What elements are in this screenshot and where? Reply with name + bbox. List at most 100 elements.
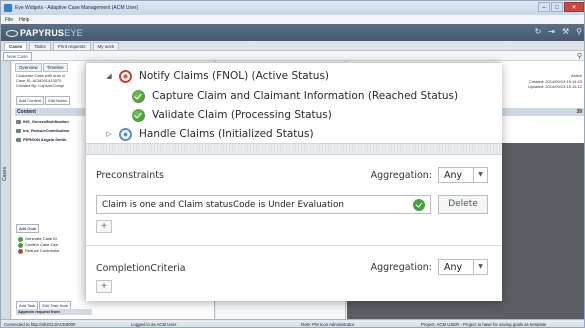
- completion-criteria-title: CompletionCriteria: [96, 263, 186, 274]
- new-case-button[interactable]: New Case: [3, 52, 32, 61]
- case-status-meta: Active Created: 2014/09/13 15:14:43 Upda…: [528, 73, 582, 90]
- completion-aggregation: Aggregation: Any ▼: [371, 259, 488, 275]
- refresh-icon[interactable]: ↻: [535, 27, 542, 37]
- tree-node-validate-claim[interactable]: Validate Claim (Processing Status): [132, 105, 332, 125]
- constraints-panel: Preconstraints Aggregation: Any ▼ Claim …: [86, 155, 502, 301]
- tree-node-capture-claim[interactable]: Capture Claim and Claimant Information (…: [132, 86, 458, 106]
- item-count: 39: [576, 109, 582, 115]
- logo-main: PAPYRUS: [20, 27, 65, 38]
- list-item[interactable]: Ins_ReduceContribution: [16, 126, 69, 135]
- nav-tabs: Cases Tasks Print requests My work: [1, 41, 584, 51]
- document-icon: [16, 119, 21, 124]
- aggregation-label: Aggregation:: [370, 169, 432, 181]
- status-role: Role: PM Icon Administrator: [301, 322, 355, 327]
- tree-node-label: Validate Claim (Processing Status): [152, 109, 332, 121]
- search-icon[interactable]: ⚲: [577, 52, 582, 60]
- goal-status-icon: [18, 242, 23, 248]
- tree-node-label: Capture Claim and Claimant Information (…: [152, 90, 459, 102]
- content-item-label: PERSON Angela Smith: [23, 137, 67, 142]
- section-divider: [86, 245, 502, 246]
- dropdown-arrow-icon[interactable]: ▼: [473, 260, 487, 274]
- tree-node-notify-claims[interactable]: ◢ Notify Claims (FNOL) (Active Status): [104, 66, 329, 86]
- tab-overview[interactable]: Overview: [15, 63, 42, 72]
- goals-list: Generate Case ID Confirm Case Ope Reduce…: [18, 236, 59, 254]
- aggregation-select[interactable]: Any ▼: [438, 167, 488, 183]
- settings-icon[interactable]: ⚲: [576, 27, 582, 37]
- case-meta: Customer Case with auto cl Case ID: ACM2…: [16, 73, 88, 89]
- case-subtabs: Overview Timeline: [15, 63, 68, 72]
- tools-icon[interactable]: ⚒: [562, 27, 569, 37]
- aggregation-select[interactable]: Any ▼: [438, 259, 488, 275]
- content-buttons: Add Content Edit Notes: [16, 96, 70, 105]
- initialized-status-icon: [119, 127, 132, 141]
- minimize-button[interactable]: –: [538, 2, 550, 12]
- toolbar: New Case ⚲: [1, 51, 584, 61]
- logout-icon[interactable]: ⇥: [548, 27, 555, 37]
- add-completion-criteria-button[interactable]: +: [96, 280, 112, 293]
- active-status-icon: [119, 69, 132, 83]
- panel-splitter[interactable]: [86, 143, 502, 155]
- goal-status-icon: [18, 248, 23, 254]
- content-item-label: INS_GeneralNotification: [23, 119, 69, 124]
- aggregation-value: Any: [444, 169, 463, 181]
- tree-node-label: Handle Claims (Initialized Status): [139, 128, 314, 140]
- tab-tasks[interactable]: Tasks: [29, 42, 51, 50]
- logo-sub: EYE: [64, 27, 83, 38]
- expand-icon[interactable]: ▷: [104, 130, 114, 138]
- menu-file[interactable]: File: [5, 17, 13, 23]
- close-button[interactable]: ✕: [564, 2, 584, 12]
- processing-status-icon: [132, 108, 145, 122]
- goal-constraints-popup: ◢ Notify Claims (FNOL) (Active Status) C…: [85, 62, 502, 301]
- tab-print-requests[interactable]: Print requests: [52, 42, 91, 50]
- case-updated: Updated: 2014/09/13 15:15:12: [527, 84, 582, 89]
- aggregation-label: Aggregation:: [370, 261, 432, 273]
- menu-help[interactable]: Help: [19, 17, 29, 23]
- reached-status-icon: [132, 89, 145, 103]
- goal-item[interactable]: Reduce Contributio: [18, 248, 59, 254]
- add-preconstraint-button[interactable]: +: [96, 220, 112, 233]
- cases-side-tab[interactable]: Cases: [1, 61, 11, 319]
- tree-node-label: Notify Claims (FNOL) (Active Status): [139, 70, 330, 82]
- status-project: Project: ACM USER - Project to have for …: [421, 322, 547, 327]
- title-bar: Eye Widgets - Adaptive Case Management (…: [1, 1, 584, 15]
- side-tab-label: Cases: [2, 166, 8, 181]
- constraint-text: Claim is one and Claim statusCode is Und…: [102, 199, 344, 210]
- document-icon: [16, 128, 21, 133]
- edit-notes-button[interactable]: Edit Notes: [45, 96, 70, 105]
- valid-check-icon: [413, 198, 425, 211]
- header-icons: ↻ ⇥ ⚒ ⚲: [535, 27, 582, 37]
- aggregation-value: Any: [444, 261, 463, 273]
- list-item[interactable]: PERSON Angela Smith: [16, 135, 69, 144]
- case-created-by: Created By: CaptureCompl: [16, 83, 65, 89]
- preconstraints-title: Preconstraints: [96, 170, 164, 181]
- goal-label: Reduce Contributio: [25, 248, 60, 253]
- window-title: Eye Widgets - Adaptive Case Management (…: [15, 5, 139, 11]
- tab-timeline[interactable]: Timeline: [42, 63, 68, 72]
- window-controls: – □ ✕: [538, 2, 584, 12]
- maximize-button[interactable]: □: [551, 2, 563, 12]
- status-bar: Connected to http://ah2014/ACE6000 Logge…: [1, 319, 584, 327]
- constraint-condition-field[interactable]: Claim is one and Claim statusCode is Und…: [96, 195, 431, 214]
- goal-tree: ◢ Notify Claims (FNOL) (Active Status) C…: [86, 63, 502, 145]
- papyrus-logo-icon: [6, 28, 18, 37]
- delete-button[interactable]: Delete: [438, 195, 488, 214]
- status-user: Logged in as ACM User: [131, 322, 177, 327]
- document-icon: [16, 137, 21, 142]
- status-connection: Connected to http://ah2014/ACE6000: [4, 322, 76, 327]
- tree-node-handle-claims[interactable]: ▷ Handle Claims (Initialized Status): [104, 124, 314, 144]
- add-content-button[interactable]: Add Content: [16, 96, 45, 105]
- menu-bar: File Help: [1, 15, 584, 24]
- task-row[interactable]: Approve request from: [16, 309, 92, 315]
- app-header: PAPYRUSEYE ↻ ⇥ ⚒ ⚲: [1, 24, 584, 41]
- tab-cases[interactable]: Cases: [4, 42, 28, 50]
- dropdown-arrow-icon[interactable]: ▼: [473, 168, 487, 182]
- list-item[interactable]: INS_GeneralNotification: [16, 117, 69, 126]
- add-goal-button[interactable]: Add Goal: [16, 224, 39, 233]
- app-icon: [4, 4, 12, 12]
- content-list: INS_GeneralNotification Ins_ReduceContri…: [16, 117, 69, 144]
- preconstraints-aggregation: Aggregation: Any ▼: [371, 167, 488, 183]
- collapse-icon[interactable]: ◢: [104, 72, 114, 80]
- content-item-label: Ins_ReduceContribution: [23, 128, 70, 133]
- app-logo: PAPYRUSEYE: [20, 28, 83, 38]
- tab-my-work[interactable]: My work: [92, 42, 120, 50]
